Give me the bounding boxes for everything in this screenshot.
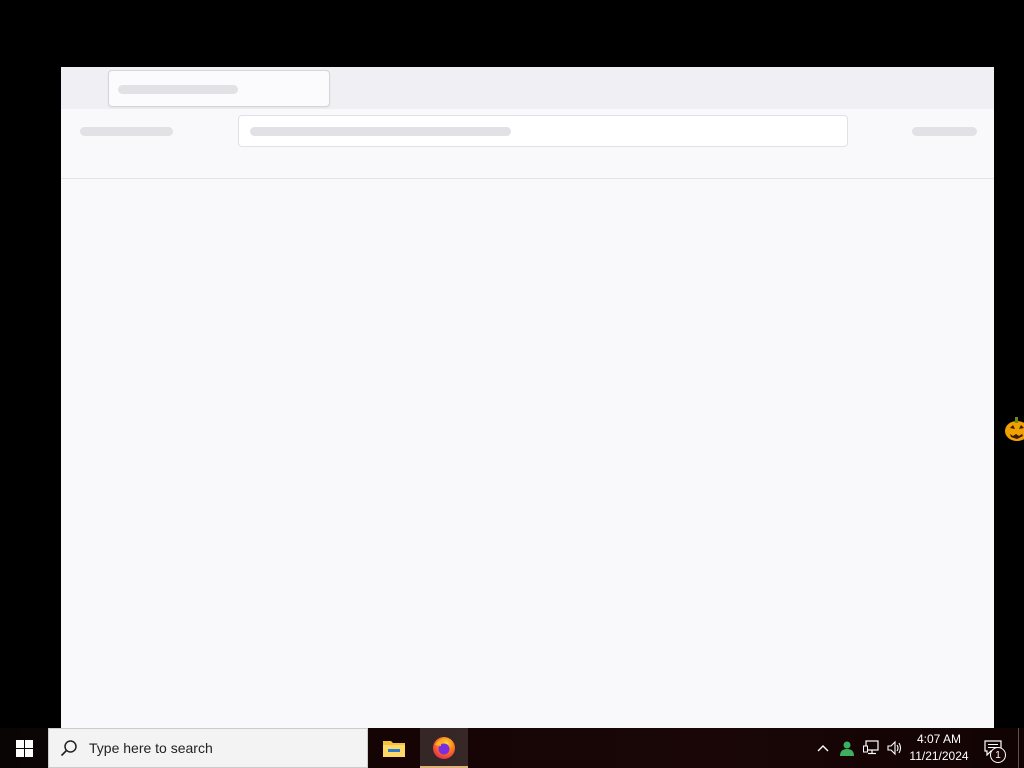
browser-window	[61, 67, 994, 728]
search-icon	[49, 728, 89, 768]
firefox-icon	[433, 737, 455, 759]
nav-toolbar	[61, 109, 994, 179]
url-placeholder	[250, 127, 511, 136]
clock-time: 4:07 AM	[916, 732, 962, 746]
file-explorer-taskbar-button[interactable]	[370, 728, 418, 768]
clock-date: 11/21/2024	[909, 749, 969, 763]
toolbar-right-placeholder	[912, 127, 977, 136]
volume-icon	[887, 740, 902, 756]
taskbar: Type here to search 4:07 AM 11/21/2024	[0, 728, 1024, 768]
windows-logo-icon	[15, 739, 33, 757]
tab-strip	[61, 67, 994, 109]
network-icon	[863, 740, 879, 755]
user-account-icon	[840, 741, 854, 756]
browser-tab[interactable]	[108, 70, 330, 107]
taskbar-clock[interactable]: 4:07 AM 11/21/2024	[906, 728, 972, 768]
taskbar-search-box[interactable]: Type here to search	[48, 728, 368, 768]
tray-network-button[interactable]	[860, 728, 882, 768]
search-placeholder: Type here to search	[89, 740, 213, 756]
address-bar[interactable]	[238, 115, 848, 147]
notification-count-badge: 1	[990, 747, 1006, 763]
page-content	[61, 179, 994, 728]
show-desktop-button[interactable]	[1018, 728, 1024, 768]
tray-overflow-button[interactable]	[812, 728, 834, 768]
tray-user-button[interactable]	[836, 728, 858, 768]
tray-volume-button[interactable]	[884, 728, 906, 768]
file-explorer-icon	[383, 741, 405, 757]
start-button[interactable]	[0, 728, 48, 768]
chevron-up-icon	[817, 745, 829, 752]
firefox-taskbar-button[interactable]	[420, 728, 468, 768]
tab-title-placeholder	[118, 85, 238, 94]
toolbar-left-placeholder	[80, 127, 173, 136]
pumpkin-icon[interactable]	[1003, 414, 1024, 442]
